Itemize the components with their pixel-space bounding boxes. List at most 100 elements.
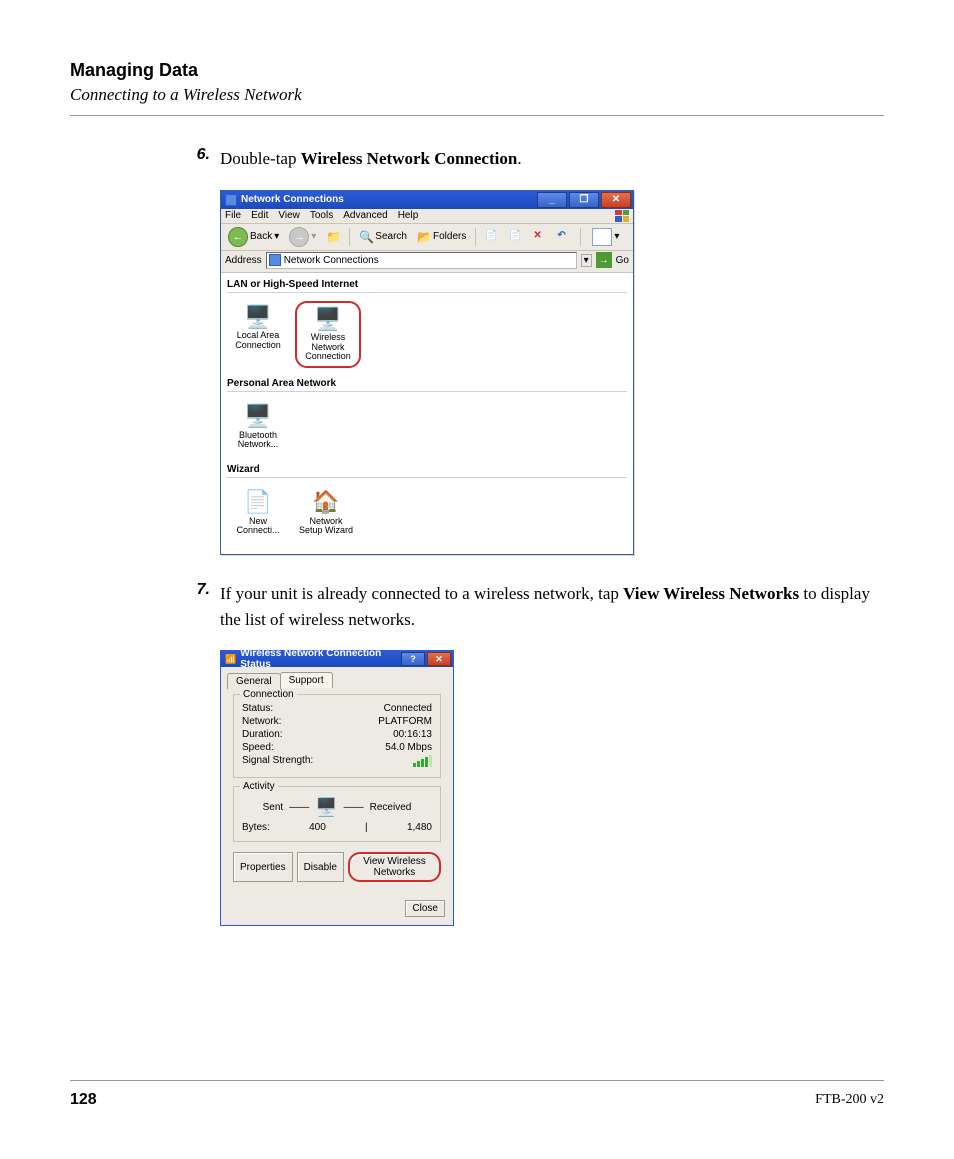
address-dropdown[interactable]: ▾ — [581, 254, 592, 267]
toolbar-separator-2 — [475, 228, 476, 246]
address-field[interactable]: Network Connections — [266, 252, 577, 269]
wlan-label: Wireless Network Connection — [305, 332, 351, 362]
model-label: FTB-200 v2 — [815, 1092, 884, 1108]
copy-to-button[interactable]: 📄 — [506, 229, 526, 245]
toolbar-separator — [349, 228, 350, 246]
step6-post: . — [517, 149, 521, 168]
windows-flag-icon — [615, 210, 629, 222]
properties-button[interactable]: Properties — [233, 852, 293, 882]
status-value: Connected — [384, 703, 432, 714]
delete-button[interactable]: ✕ — [530, 229, 550, 245]
dialog-title: Wireless Network Connection Status — [240, 648, 401, 670]
move-to-button[interactable]: 📄 — [482, 229, 502, 245]
forward-button[interactable]: → ▾ — [286, 226, 319, 248]
connection-legend: Connection — [240, 689, 297, 700]
minimize-button[interactable]: _ — [537, 192, 567, 208]
search-button[interactable]: 🔍 Search — [356, 229, 410, 245]
back-button[interactable]: ← Back ▾ — [225, 226, 282, 248]
close-button[interactable]: ✕ — [601, 192, 631, 208]
speed-label: Speed: — [242, 742, 274, 753]
menu-help[interactable]: Help — [398, 210, 419, 221]
activity-group: Activity Sent —— 🖥️ —— Received Bytes: 4… — [233, 786, 441, 842]
disable-button[interactable]: Disable — [297, 852, 344, 882]
tab-bar: General Support — [221, 667, 453, 688]
wlan-icon: 🖥️ — [299, 307, 357, 331]
toolbar-separator-3 — [580, 228, 581, 246]
bytes-received-value: 1,480 — [407, 822, 432, 833]
menu-file[interactable]: File — [225, 210, 241, 221]
tab-general[interactable]: General — [227, 673, 281, 689]
bluetooth-icon: 🖥️ — [229, 404, 287, 428]
back-label: Back — [250, 231, 272, 242]
step7-pre: If your unit is already connected to a w… — [220, 584, 623, 603]
undo-button[interactable]: ↶ — [554, 229, 574, 245]
tab-support[interactable]: Support — [280, 672, 333, 688]
folders-label: Folders — [433, 231, 466, 242]
help-button[interactable]: ? — [401, 652, 425, 666]
network-icon — [225, 194, 237, 206]
view-wireless-networks-button[interactable]: View Wireless Networks — [348, 852, 441, 882]
maximize-button[interactable]: ❐ — [569, 192, 599, 208]
address-icon — [269, 254, 281, 266]
new-connection-label: New Connecti... — [236, 516, 279, 536]
network-setup-wizard-item[interactable]: 🏠 Network Setup Wizard — [295, 486, 357, 540]
back-arrow-icon: ← — [228, 227, 248, 247]
sent-label: Sent — [263, 802, 284, 813]
chapter-title: Managing Data — [70, 60, 884, 81]
wireless-network-connection-item[interactable]: 🖥️ Wireless Network Connection — [295, 301, 361, 369]
network-value: PLATFORM — [378, 716, 432, 727]
delete-x-icon: ✕ — [533, 230, 547, 244]
close-button-row: Close — [221, 900, 453, 925]
folder-up-icon: 📁 — [326, 230, 340, 244]
views-icon — [592, 228, 612, 246]
new-connection-wizard-item[interactable]: 📄 New Connecti... — [227, 486, 289, 540]
lan-label: Local Area Connection — [235, 330, 281, 350]
activity-dash-right: —— — [344, 802, 364, 813]
menu-view[interactable]: View — [278, 210, 300, 221]
views-button[interactable]: ▾ — [587, 227, 622, 247]
header-rule — [70, 115, 884, 116]
go-label: Go — [616, 255, 629, 266]
dialog-button-row: Properties Disable View Wireless Network… — [233, 850, 441, 888]
page-number: 128 — [70, 1091, 97, 1109]
wireless-signal-icon: 📶 — [225, 654, 236, 665]
undo-arrow-icon: ↶ — [557, 230, 571, 244]
menu-advanced[interactable]: Advanced — [343, 210, 387, 221]
window-titlebar[interactable]: Network Connections _ ❐ ✕ — [221, 191, 633, 209]
activity-legend: Activity — [240, 781, 278, 792]
bytes-label: Bytes: — [242, 822, 270, 833]
up-button[interactable]: 📁 — [323, 229, 343, 245]
section-title: Connecting to a Wireless Network — [70, 85, 884, 105]
duration-label: Duration: — [242, 729, 283, 740]
step-number-7: 7. — [180, 581, 220, 632]
new-connection-icon: 📄 — [229, 490, 287, 514]
bytes-separator: | — [365, 822, 368, 833]
computers-activity-icon: 🖥️ — [315, 797, 337, 818]
menu-edit[interactable]: Edit — [251, 210, 268, 221]
category-pan: Personal Area Network — [227, 374, 627, 392]
close-dialog-button[interactable]: Close — [405, 900, 445, 917]
tab-body: Connection Status: Connected Network: PLAT… — [227, 688, 447, 894]
search-label: Search — [375, 231, 407, 242]
step6-pre: Double-tap — [220, 149, 301, 168]
dialog-close-button[interactable]: ✕ — [427, 652, 451, 666]
local-area-connection-item[interactable]: 🖥️ Local Area Connection — [227, 301, 289, 369]
go-button[interactable]: → — [596, 252, 612, 268]
dialog-titlebar[interactable]: 📶 Wireless Network Connection Status ? ✕ — [221, 651, 453, 667]
content-pane: LAN or High-Speed Internet 🖥️ Local Area… — [221, 273, 633, 555]
forward-arrow-icon: → — [289, 227, 309, 247]
speed-value: 54.0 Mbps — [385, 742, 432, 753]
network-label: Network: — [242, 716, 281, 727]
folders-button[interactable]: 📂 Folders — [414, 229, 469, 245]
status-label: Status: — [242, 703, 273, 714]
menu-tools[interactable]: Tools — [310, 210, 333, 221]
bluetooth-network-item[interactable]: 🖥️ Bluetooth Network... — [227, 400, 289, 454]
signal-strength-icon — [413, 755, 432, 767]
category-lan: LAN or High-Speed Internet — [227, 275, 627, 293]
address-bar: Address Network Connections ▾ → Go — [221, 251, 633, 273]
menu-bar: File Edit View Tools Advanced Help — [221, 209, 633, 224]
bytes-sent-value: 400 — [309, 822, 326, 833]
network-connections-window: Network Connections _ ❐ ✕ File Edit View… — [220, 190, 634, 556]
copy-to-icon: 📄 — [509, 230, 523, 244]
lan-icon: 🖥️ — [229, 305, 287, 329]
